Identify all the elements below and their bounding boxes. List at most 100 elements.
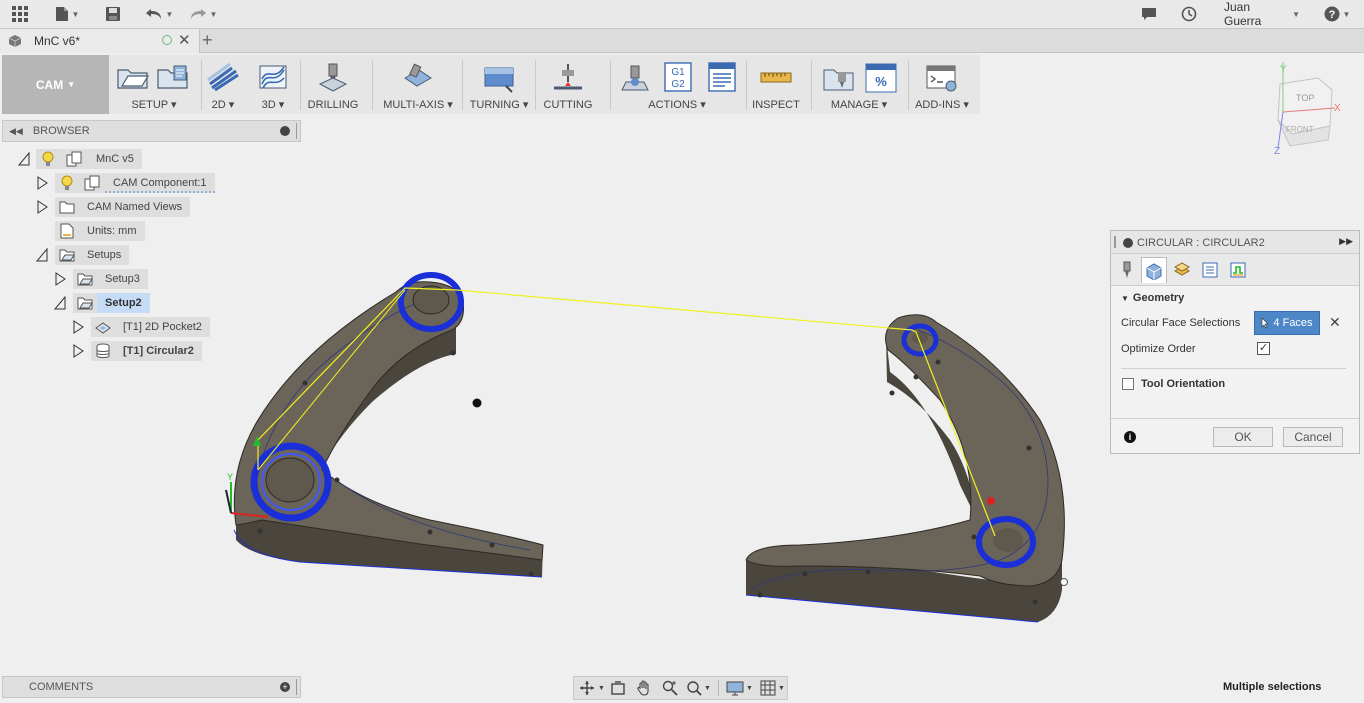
history-button[interactable] bbox=[1178, 3, 1200, 25]
expand-setups-icon[interactable] bbox=[36, 248, 48, 262]
collapse-browser-icon[interactable]: ◀◀ bbox=[9, 126, 23, 137]
tool-orientation-checkbox[interactable] bbox=[1122, 378, 1134, 390]
look-at-icon bbox=[611, 681, 625, 695]
svg-text:G2: G2 bbox=[671, 79, 685, 90]
expand-cam-component-icon[interactable] bbox=[36, 176, 48, 190]
file-menu-button[interactable]: ▼ bbox=[52, 3, 82, 25]
dialog-header[interactable]: CIRCULAR : CIRCULAR2 ▶▶ bbox=[1111, 231, 1359, 254]
expand-setup2-icon[interactable] bbox=[54, 296, 66, 310]
browser-header[interactable]: ◀◀ BROWSER bbox=[2, 120, 301, 142]
pan-button[interactable] bbox=[636, 680, 652, 699]
workspace-switcher[interactable]: CAM ▼ bbox=[2, 55, 109, 114]
tab-heights[interactable] bbox=[1169, 257, 1195, 283]
tree-operation-2d-pocket[interactable]: [T1] 2D Pocket2 bbox=[91, 317, 210, 337]
user-menu[interactable]: Juan Guerra ▼ bbox=[1224, 0, 1300, 28]
optimize-order-checkbox[interactable]: ✓ bbox=[1257, 342, 1270, 355]
pocket-operation-icon bbox=[95, 322, 111, 334]
display-settings-button[interactable]: ▼ bbox=[726, 680, 753, 696]
undo-button[interactable]: ▼ bbox=[142, 3, 176, 25]
multi-axis-group[interactable]: MULTI-AXIS ▾ bbox=[378, 55, 458, 114]
cutting-icon bbox=[554, 64, 582, 90]
zoom-button[interactable] bbox=[662, 680, 678, 699]
turning-group[interactable]: TURNING ▾ bbox=[467, 55, 531, 114]
setups-label: Setups bbox=[79, 245, 130, 265]
notifications-button[interactable] bbox=[1138, 3, 1160, 25]
fit-button[interactable]: ▼ bbox=[686, 680, 711, 696]
manage-group[interactable]: % MANAGE ▾ bbox=[816, 55, 902, 114]
tree-root[interactable]: MnC v5 bbox=[36, 149, 142, 169]
svg-text:G1: G1 bbox=[671, 67, 685, 78]
redo-button[interactable]: ▼ bbox=[186, 3, 220, 25]
look-at-button[interactable] bbox=[610, 680, 626, 699]
expand-root-icon[interactable] bbox=[18, 152, 30, 166]
dialog-minimize-icon[interactable] bbox=[1123, 238, 1133, 248]
close-tab-icon[interactable]: ✕ bbox=[178, 31, 191, 49]
geometry-section-header[interactable]: ▼ Geometry bbox=[1121, 292, 1184, 304]
ok-button[interactable]: OK bbox=[1213, 427, 1273, 447]
tab-geometry[interactable] bbox=[1141, 257, 1167, 283]
actions-group[interactable]: G1 G2 ACTIONS ▾ bbox=[614, 55, 740, 114]
axis-z-label: Z bbox=[1274, 146, 1280, 157]
tool-tab-icon bbox=[1123, 261, 1131, 278]
visibility-bulb-icon[interactable] bbox=[61, 175, 73, 191]
setup-icon bbox=[117, 69, 150, 89]
setup-group[interactable]: SETUP ▾ bbox=[110, 55, 198, 114]
tree-cam-component[interactable]: CAM Component:1 bbox=[55, 173, 215, 193]
cancel-button[interactable]: Cancel bbox=[1283, 427, 1343, 447]
help-button[interactable]: ? ▼ bbox=[1322, 3, 1352, 25]
svg-text:?: ? bbox=[1328, 9, 1335, 21]
drilling-group[interactable]: DRILLING bbox=[304, 55, 362, 114]
tree-setup2[interactable]: Setup2 bbox=[73, 293, 150, 313]
orbit-button[interactable]: ▼ bbox=[578, 680, 605, 696]
app-grid-icon[interactable] bbox=[8, 3, 32, 25]
actions-label: ACTIONS ▾ bbox=[648, 99, 706, 111]
op1-label: [T1] 2D Pocket2 bbox=[115, 317, 210, 337]
tab-tool[interactable] bbox=[1114, 257, 1140, 283]
tree-operation-circular[interactable]: [T1] Circular2 bbox=[91, 341, 202, 361]
info-icon[interactable]: i bbox=[1124, 431, 1136, 443]
expand-named-views-icon[interactable] bbox=[36, 200, 48, 214]
add-ins-group[interactable]: ADD-INS ▾ bbox=[912, 55, 972, 114]
tab-passes[interactable] bbox=[1197, 257, 1223, 283]
save-button[interactable] bbox=[102, 3, 124, 25]
cutting-group[interactable]: CUTTING bbox=[538, 55, 598, 114]
post-process-g1g2-icon: G1G2 bbox=[664, 62, 692, 92]
tree-named-views[interactable]: CAM Named Views bbox=[55, 197, 191, 217]
part-left-top bbox=[233, 281, 544, 561]
visibility-bulb-icon[interactable] bbox=[42, 151, 54, 167]
tab-linking[interactable] bbox=[1225, 257, 1251, 283]
2d-milling-icon bbox=[207, 62, 239, 92]
clear-selection-icon[interactable]: ✕ bbox=[1329, 314, 1341, 331]
tree-units[interactable]: Units: mm bbox=[55, 221, 145, 241]
simulate-icon bbox=[621, 65, 649, 91]
2d-group[interactable]: 2D ▾ bbox=[202, 55, 244, 114]
browser-title: BROWSER bbox=[32, 125, 90, 137]
rapid-moves bbox=[257, 287, 996, 537]
browser-options-icon[interactable] bbox=[280, 126, 290, 136]
document-tab[interactable]: MnC v6* ✕ bbox=[0, 29, 200, 53]
new-tab-button[interactable]: + bbox=[202, 29, 213, 52]
file-icon bbox=[55, 7, 68, 21]
multi-axis-label: MULTI-AXIS ▾ bbox=[383, 99, 453, 111]
dialog-title: CIRCULAR : CIRCULAR2 bbox=[1137, 237, 1265, 249]
expand-setup3-icon[interactable] bbox=[54, 272, 66, 286]
expand-op1-icon[interactable] bbox=[72, 320, 84, 334]
viewcube-front-label: FRONT bbox=[1286, 125, 1314, 134]
comments-panel[interactable]: COMMENTS + bbox=[2, 676, 301, 698]
toolpath-ring-1 bbox=[250, 442, 332, 522]
inspect-group[interactable]: INSPECT bbox=[750, 55, 802, 114]
expand-dialog-icon[interactable]: ▶▶ bbox=[1339, 236, 1353, 247]
grid-settings-button[interactable]: ▼ bbox=[760, 680, 785, 696]
viewcube[interactable]: TOP FRONT X Y Z bbox=[1274, 62, 1341, 157]
grid-icon bbox=[760, 680, 776, 696]
axis-y-label: Y bbox=[1280, 64, 1287, 75]
tree-setup3[interactable]: Setup3 bbox=[73, 269, 148, 289]
toolpath-ring-4 bbox=[976, 516, 1036, 568]
3d-group[interactable]: 3D ▾ bbox=[252, 55, 294, 114]
add-comment-icon[interactable]: + bbox=[280, 682, 290, 692]
tree-setups[interactable]: Setups bbox=[55, 245, 130, 265]
axis-x-label: X bbox=[1334, 103, 1341, 114]
document-component-icon bbox=[66, 151, 82, 167]
expand-op2-icon[interactable] bbox=[72, 344, 84, 358]
circular-face-selection-button[interactable]: 4 Faces bbox=[1254, 311, 1320, 335]
